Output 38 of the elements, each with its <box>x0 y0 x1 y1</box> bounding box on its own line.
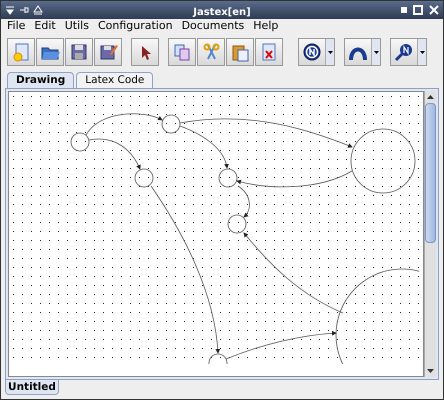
floppy-disk-pencil-icon <box>98 42 118 62</box>
node-icon <box>302 42 322 62</box>
toolbar-button[interactable] <box>65 38 93 66</box>
pin-icon[interactable] <box>19 5 29 15</box>
toolbar-button[interactable] <box>226 38 254 66</box>
toolbar-button[interactable] <box>94 38 122 66</box>
dropdown-button[interactable] <box>344 38 381 66</box>
menu-item[interactable]: Configuration <box>98 18 173 35</box>
scissors-icon <box>201 42 221 62</box>
document-tab[interactable]: Untitled <box>5 380 59 395</box>
menu-item[interactable]: Documents <box>182 18 244 35</box>
copy-icon <box>172 42 192 62</box>
shade-icon[interactable] <box>33 5 43 15</box>
toolbar-button[interactable] <box>168 38 196 66</box>
window-title: Jastex[en] <box>193 7 251 18</box>
dropdown-button[interactable] <box>390 38 427 66</box>
down-arrow-icon <box>427 369 434 373</box>
toolbar-button[interactable] <box>131 38 159 66</box>
scroll-thumb[interactable] <box>425 103 436 243</box>
menu-item[interactable]: Utils <box>64 18 89 35</box>
dropdown-arrow-icon <box>328 50 332 54</box>
toolbar-button[interactable] <box>255 38 283 66</box>
menu-item[interactable]: File <box>7 18 26 35</box>
dropdown-arrow-icon <box>420 50 424 54</box>
close-icon[interactable] <box>429 5 439 15</box>
dropdown-arrow-icon <box>374 50 378 54</box>
scrollbar[interactable] <box>424 91 436 377</box>
toolbar-button[interactable] <box>36 38 64 66</box>
tab[interactable]: Drawing <box>7 72 74 88</box>
dropdown-button[interactable] <box>298 38 335 66</box>
zoom-icon <box>394 42 414 62</box>
up-arrow-icon <box>427 95 434 99</box>
new-document-icon <box>11 42 31 62</box>
maximize-icon[interactable] <box>413 5 423 15</box>
menu-icon[interactable] <box>5 5 15 15</box>
menu-item[interactable]: Edit <box>34 18 56 35</box>
menu-item[interactable]: Help <box>253 18 278 35</box>
tab[interactable]: Latex Code <box>76 72 154 88</box>
